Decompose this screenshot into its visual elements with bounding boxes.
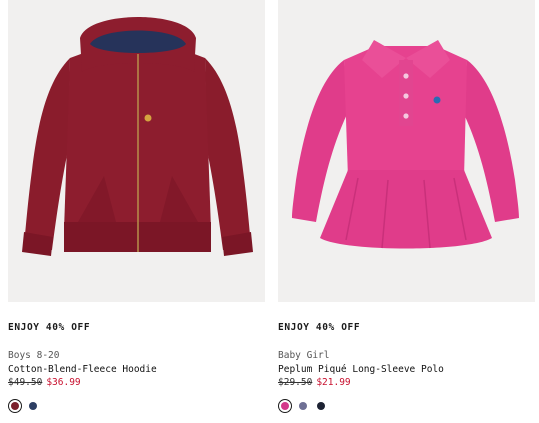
color-swatch-navy[interactable] [317, 402, 325, 410]
color-swatch-navy[interactable] [29, 402, 37, 410]
color-swatches [278, 399, 535, 413]
original-price: $49.50 [8, 377, 43, 388]
product-card-hoodie[interactable]: ENJOY 40% OFF Boys 8-20 Cotton-Blend-Fle… [8, 0, 265, 413]
promo-label: ENJOY 40% OFF [8, 322, 91, 333]
product-grid: ENJOY 40% OFF Boys 8-20 Cotton-Blend-Fle… [0, 0, 539, 423]
product-image-hoodie[interactable] [8, 0, 265, 302]
promo-label: ENJOY 40% OFF [278, 322, 361, 333]
color-swatch-lavender[interactable] [299, 402, 307, 410]
sale-price: $36.99 [46, 377, 81, 388]
product-card-polo[interactable]: ENJOY 40% OFF Baby Girl Peplum Piqué Lon… [278, 0, 535, 413]
hoodie-image [22, 17, 253, 256]
color-swatch-pink[interactable] [281, 402, 289, 410]
color-swatches [8, 399, 265, 413]
color-swatch-burgundy[interactable] [11, 402, 19, 410]
price-row: $29.50 $21.99 [278, 377, 535, 388]
product-category: Boys 8-20 [8, 350, 60, 361]
product-category: Baby Girl [278, 350, 330, 361]
sale-price: $21.99 [316, 377, 351, 388]
product-name[interactable]: Cotton-Blend-Fleece Hoodie [8, 364, 265, 375]
price-row: $49.50 $36.99 [8, 377, 265, 388]
original-price: $29.50 [278, 377, 313, 388]
product-image-polo[interactable] [278, 0, 535, 302]
product-name[interactable]: Peplum Piqué Long-Sleeve Polo [278, 364, 535, 375]
polo-image [292, 40, 519, 249]
